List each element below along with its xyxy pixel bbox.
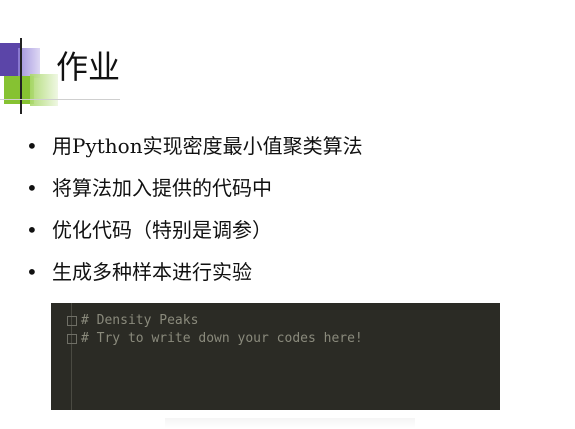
bullet-list: • 用Python实现密度最小值聚类算法 • 将算法加入提供的代码中 • 优化代… bbox=[26, 133, 363, 301]
decor-horizontal-line bbox=[0, 99, 120, 100]
bullet-text: 用Python实现密度最小值聚类算法 bbox=[52, 134, 363, 158]
bullet-dot: • bbox=[26, 134, 38, 158]
decor-purple-block bbox=[0, 43, 20, 76]
slide-title: 作业 bbox=[56, 48, 121, 86]
bullet-item: • 生成多种样本进行实验 bbox=[26, 259, 363, 285]
bullet-item: • 将算法加入提供的代码中 bbox=[26, 175, 363, 201]
code-editor-panel[interactable]: # Density Peaks # Try to write down your… bbox=[51, 303, 500, 410]
slide-bottom-shadow bbox=[165, 418, 415, 429]
bullet-dot: • bbox=[26, 260, 38, 284]
bullet-text: 生成多种样本进行实验 bbox=[52, 260, 252, 284]
bullet-dot: • bbox=[26, 218, 38, 242]
code-comment-line: # Density Peaks bbox=[81, 313, 199, 328]
fold-marker-icon[interactable] bbox=[67, 316, 77, 326]
bullet-item: • 优化代码（特别是调参） bbox=[26, 217, 363, 243]
fold-marker-icon[interactable] bbox=[67, 334, 77, 344]
bullet-text: 将算法加入提供的代码中 bbox=[52, 176, 272, 200]
bullet-text: 优化代码（特别是调参） bbox=[52, 218, 272, 242]
bullet-dot: • bbox=[26, 176, 38, 200]
decor-vertical-line bbox=[20, 38, 22, 114]
bullet-item: • 用Python实现密度最小值聚类算法 bbox=[26, 133, 363, 159]
code-comment-line: # Try to write down your codes here! bbox=[81, 331, 363, 346]
decor-green-light-block bbox=[30, 74, 58, 106]
